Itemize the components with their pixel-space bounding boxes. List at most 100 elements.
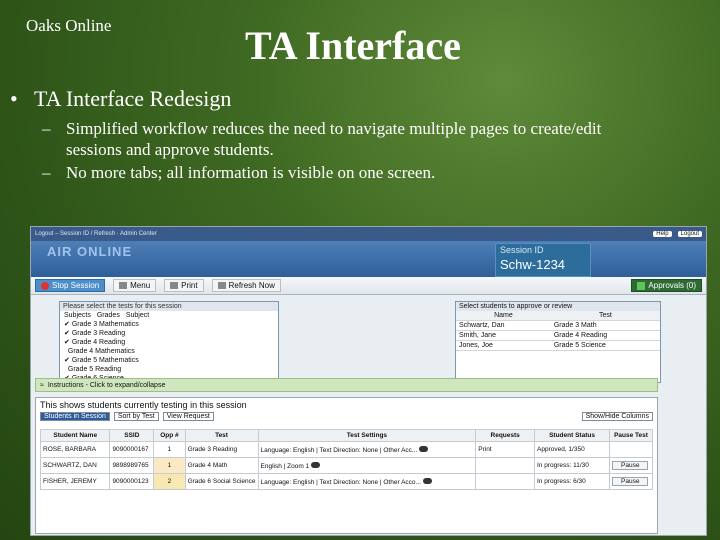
cell-ssid: 9090000123 — [109, 473, 155, 490]
printer-icon — [170, 282, 179, 289]
col-requests[interactable]: Requests — [475, 429, 535, 442]
approval-row[interactable]: Schwartz, Dan Grade 3 Math — [456, 320, 660, 331]
columns-select[interactable]: Show/Hide Columns — [581, 412, 653, 421]
menu-button[interactable]: Menu — [113, 279, 157, 292]
cell-pause: Pause — [609, 473, 653, 490]
col-student-status[interactable]: Student Status — [533, 429, 611, 442]
approval-panel: Select students to approve or review Nam… — [455, 301, 661, 383]
test-item[interactable]: Grade 5 Reading — [60, 365, 278, 374]
col-test-settings[interactable]: Test Settings — [257, 429, 477, 442]
sub-bullet-1: – Simplified workflow reduces the need t… — [42, 118, 710, 160]
cell-opp: 2 — [153, 473, 186, 490]
test-item-label: Grade 3 Reading — [71, 330, 126, 337]
stop-icon — [41, 281, 49, 290]
toolbar: Stop Session Menu Print Refresh Now Appr… — [31, 277, 706, 295]
stop-session-button[interactable]: Stop Session — [35, 279, 106, 292]
approval-table: Name Test Schwartz, Dan Grade 3 Math Smi… — [456, 311, 660, 351]
instructions-bar[interactable]: ≈ Instructions - Click to expand/collaps… — [35, 378, 658, 392]
binoculars-icon[interactable] — [422, 477, 432, 484]
approval-test: Grade 3 Math — [550, 320, 660, 331]
test-item[interactable]: ✔ Grade 3 Reading — [60, 329, 278, 338]
session-id-value: Schw-1234 — [500, 257, 566, 272]
approval-row[interactable]: Smith, Jane Grade 4 Reading — [456, 330, 660, 341]
cell-request[interactable]: Print — [475, 441, 535, 458]
help-button[interactable]: Help — [653, 231, 672, 237]
cell-request[interactable] — [475, 457, 535, 474]
col-test[interactable]: Test — [184, 429, 259, 442]
col-pause-test: Pause Test — [609, 429, 653, 442]
cell-test: Grade 3 Reading — [184, 441, 259, 458]
pause-button[interactable]: Pause — [612, 477, 649, 486]
bullet-list: • TA Interface Redesign – Simplified wor… — [10, 86, 710, 183]
test-item-label: Grade 4 Reading — [71, 339, 126, 346]
filter-subject[interactable]: Subject — [126, 311, 149, 320]
tests-panel: Please select the tests for this session… — [59, 301, 279, 383]
test-item[interactable]: ✔ Grade 4 Reading — [60, 338, 278, 347]
print-label: Print — [181, 281, 198, 290]
cell-opp: 1 — [153, 457, 186, 474]
binoculars-icon[interactable] — [310, 461, 320, 468]
cell-status: In progress: 6/30 — [533, 473, 611, 490]
cell-name: FISHER, JEREMY — [39, 473, 111, 490]
view-select[interactable]: Students in Session — [40, 412, 110, 421]
expand-icon: ≈ — [40, 381, 44, 389]
settings-text: Language: English | Text Direction: None… — [260, 478, 421, 486]
test-item-label: Grade 5 Mathematics — [71, 357, 139, 364]
table-row: ROSE, BARBARA 9090000167 1 Grade 3 Readi… — [39, 441, 653, 458]
col-student-name[interactable]: Student Name — [39, 429, 111, 442]
sort-select[interactable]: Sort by Test — [113, 412, 159, 421]
cell-settings: Language: English | Text Direction: None… — [257, 441, 477, 458]
test-item[interactable]: Grade 4 Mathematics — [60, 347, 278, 356]
cell-ssid: 9898989765 — [109, 457, 155, 474]
col-opp[interactable]: Opp # — [153, 429, 186, 442]
binoculars-icon[interactable] — [419, 445, 429, 452]
menu-label: Menu — [130, 281, 151, 290]
approvals-label: Approvals (0) — [648, 281, 696, 290]
approvals-button[interactable]: Approvals (0) — [631, 279, 702, 292]
cell-name: ROSE, BARBARA — [39, 441, 111, 458]
session-id-label: Session ID — [500, 245, 544, 255]
print-button[interactable]: Print — [164, 279, 204, 292]
test-item[interactable]: ✔ Grade 3 Mathematics — [60, 320, 278, 329]
filter-subjects[interactable]: Subjects — [64, 311, 91, 320]
filter-grades[interactable]: Grades — [97, 311, 120, 320]
check-icon — [637, 281, 646, 290]
cell-status: Approved, 1/350 — [533, 441, 611, 458]
test-item-label: Grade 4 Mathematics — [67, 348, 135, 355]
approval-test: Grade 4 Reading — [550, 330, 660, 341]
students-table: Student Name SSID Opp # Test Test Settin… — [39, 429, 653, 490]
ta-interface-screenshot: Logout – Session ID / Refresh · Admin Ce… — [30, 226, 707, 536]
view-request-button[interactable]: View Request — [162, 412, 214, 421]
approval-name: Jones, Joe — [456, 340, 551, 351]
slide-brand: Oaks Online — [26, 16, 112, 35]
instructions-label: Instructions - Click to expand/collapse — [47, 381, 166, 389]
logout-button[interactable]: Logout — [677, 231, 702, 237]
test-item[interactable]: ✔ Grade 5 Mathematics — [60, 356, 278, 365]
slide-title: TA Interface — [245, 23, 461, 68]
bullet-dot-icon: • — [10, 86, 18, 111]
cell-test: Grade 6 Social Science — [184, 473, 259, 490]
approval-panel-header: Select students to approve or review — [456, 302, 660, 311]
cell-status: In progress: 11/30 — [533, 457, 611, 474]
test-item-label: Grade 3 Mathematics — [71, 321, 139, 328]
stop-session-label: Stop Session — [52, 281, 100, 290]
cell-request[interactable] — [475, 473, 535, 490]
sub-bullet-2-text: No more tabs; all information is visible… — [66, 163, 436, 182]
refresh-button[interactable]: Refresh Now — [211, 279, 281, 292]
upper-area: Please select the tests for this session… — [31, 295, 706, 391]
approval-row[interactable]: Jones, Joe Grade 5 Science — [456, 340, 660, 351]
approval-test: Grade 5 Science — [550, 340, 660, 351]
settings-text: English | Zoom 1 — [260, 462, 310, 470]
students-panel: This shows students currently testing in… — [35, 397, 658, 534]
approval-col-name[interactable]: Name — [456, 311, 551, 321]
tests-filter-row: Subjects Grades Subject — [60, 311, 278, 320]
dash-icon: – — [42, 119, 51, 138]
cell-pause: Pause — [609, 457, 653, 474]
pause-button[interactable]: Pause — [612, 461, 649, 470]
col-ssid[interactable]: SSID — [109, 429, 155, 442]
cell-pause — [609, 441, 653, 458]
air-online-logo: AIR ONLINE — [47, 244, 133, 259]
cell-test: Grade 4 Math — [184, 457, 259, 474]
breadcrumb[interactable]: Logout – Session ID / Refresh · Admin Ce… — [35, 231, 157, 237]
approval-col-test[interactable]: Test — [550, 311, 660, 321]
